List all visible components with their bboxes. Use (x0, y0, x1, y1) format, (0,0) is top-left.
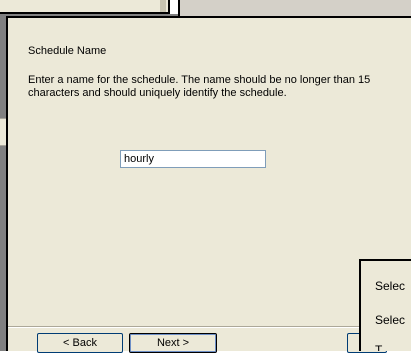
next-button[interactable]: Next > (129, 333, 217, 353)
background-window-shade (160, 0, 166, 12)
background-window-top-right (178, 0, 411, 16)
footer-separator (8, 326, 411, 328)
schedule-name-input[interactable] (120, 150, 266, 168)
page-title: Schedule Name (28, 45, 107, 57)
overlapping-popup-menu: Selec Selec T (359, 259, 411, 351)
background-window-border (178, 0, 180, 16)
schedule-wizard-dialog (6, 16, 411, 351)
popup-menu-item[interactable]: Selec (375, 313, 405, 327)
background-window-top-left (0, 0, 170, 14)
back-button[interactable]: < Back (37, 333, 123, 353)
popup-menu-item[interactable]: Selec (375, 279, 405, 293)
page-description: Enter a name for the schedule. The name … (28, 74, 371, 99)
background-window-strip (0, 118, 6, 146)
popup-menu-item[interactable]: T (375, 343, 382, 351)
